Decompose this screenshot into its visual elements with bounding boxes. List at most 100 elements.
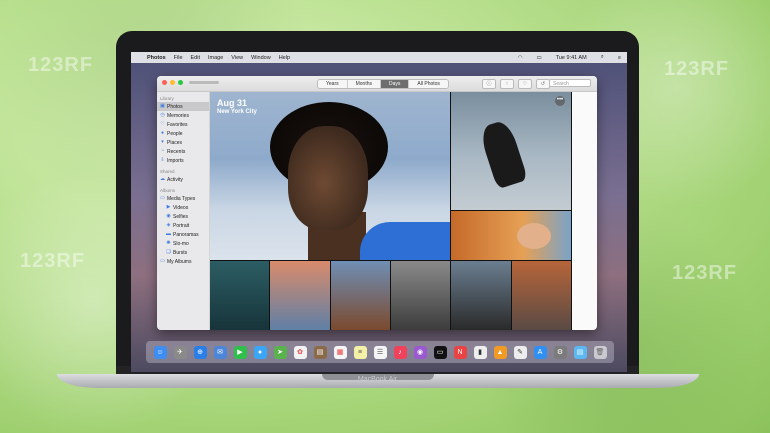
menu-help[interactable]: Help <box>279 55 290 61</box>
photo-thumbnail[interactable] <box>270 261 330 330</box>
scroll-area[interactable] <box>572 92 597 330</box>
contacts-icon[interactable]: ▤ <box>313 345 327 359</box>
wifi-icon[interactable]: ◠ <box>518 55 523 61</box>
slomo-icon: ✺ <box>166 240 171 246</box>
mail-icon[interactable]: ✉ <box>213 345 227 359</box>
tab-all-photos[interactable]: All Photos <box>409 80 448 88</box>
video-icon: ▶ <box>166 204 171 210</box>
zoom-slider[interactable] <box>189 81 219 84</box>
watermark: 123RF <box>20 250 86 272</box>
keynote-icon[interactable]: ▲ <box>493 345 507 359</box>
sidebar-item-places[interactable]: ▾ Places <box>157 138 209 147</box>
sidebar-item-people[interactable]: ● People <box>157 129 209 138</box>
pages-icon[interactable]: ✎ <box>513 345 527 359</box>
photos-app-icon[interactable]: ✿ <box>293 345 307 359</box>
rotate-icon[interactable]: ↺ <box>536 79 550 89</box>
safari-icon[interactable]: ⊕ <box>193 345 207 359</box>
sidebar-item-label: Places <box>167 139 183 146</box>
dock: ☺ ✈ ⊕ ✉ ▶ ● ➤ ✿ ▤ ▦ ≡ ☰ ♪ ◉ ▭ N ▮ ▲ ✎ A … <box>146 341 614 363</box>
tab-months[interactable]: Months <box>347 80 382 88</box>
toolbar: Years Months Days All Photos ⓘ ↑ ♡ ↺ Sea… <box>157 76 597 92</box>
menu-file[interactable]: File <box>174 55 183 61</box>
photo-figure <box>477 118 529 190</box>
zoom-button[interactable] <box>178 80 183 85</box>
watermark: 123RF <box>664 58 730 80</box>
sidebar-item-label: Slo-mo <box>173 240 189 247</box>
watermark: 123RF <box>28 54 94 76</box>
sidebar-item-favorites[interactable]: ♡ Favorites <box>157 120 209 129</box>
more-options-button[interactable]: ••• <box>555 96 565 106</box>
sidebar-item-panoramas[interactable]: ▬ Panoramas <box>157 230 209 239</box>
sidebar-item-photos[interactable]: ▣ Photos <box>157 102 209 111</box>
menu-image[interactable]: Image <box>208 55 223 61</box>
sidebar-item-label: Memories <box>167 112 189 119</box>
favorite-icon[interactable]: ♡ <box>518 79 532 89</box>
battery-icon[interactable]: ▭ <box>537 55 542 61</box>
share-icon[interactable]: ↑ <box>500 79 514 89</box>
sidebar-item-bursts[interactable]: ❑ Bursts <box>157 248 209 257</box>
photo-jumping-person[interactable]: ••• <box>451 92 571 210</box>
sidebar-header-library: Library <box>160 96 174 101</box>
photo-thumbnail[interactable] <box>390 261 451 330</box>
minimize-button[interactable] <box>170 80 175 85</box>
search-input[interactable]: Search <box>549 79 591 87</box>
reminders-icon[interactable]: ☰ <box>373 345 387 359</box>
notes-icon[interactable]: ≡ <box>353 345 367 359</box>
app-menu-photos[interactable]: Photos <box>147 55 166 61</box>
sidebar-item-slo-mo[interactable]: ✺ Slo-mo <box>157 239 209 248</box>
podcasts-icon[interactable]: ◉ <box>413 345 427 359</box>
sidebar-item-label: Favorites <box>167 121 188 128</box>
menu-view[interactable]: View <box>231 55 243 61</box>
photo-thumbnail[interactable] <box>330 261 390 330</box>
sidebar-item-my-albums[interactable]: ▭ My Albums <box>157 257 209 266</box>
sidebar-header-albums: Albums <box>160 188 176 193</box>
clock[interactable]: Tue 9:41 AM <box>556 55 587 61</box>
launchpad-icon[interactable]: ✈ <box>173 345 187 359</box>
system-preferences-icon[interactable]: ⚙ <box>553 345 567 359</box>
burst-icon: ❑ <box>166 249 171 255</box>
sidebar-item-memories[interactable]: ◷ Memories <box>157 111 209 120</box>
photos-window: Years Months Days All Photos ⓘ ↑ ♡ ↺ Sea… <box>157 76 597 330</box>
memories-icon: ◷ <box>160 112 165 118</box>
selfie-icon: ◉ <box>166 213 171 219</box>
search-icon[interactable]: ⌕ <box>601 54 604 61</box>
photo-face <box>517 223 551 249</box>
photo-thumbnail[interactable] <box>210 261 270 330</box>
facetime-icon[interactable]: ▶ <box>233 345 247 359</box>
sidebar-item-selfies[interactable]: ◉ Selfies <box>157 212 209 221</box>
tab-years[interactable]: Years <box>318 80 348 88</box>
photo-hero-portrait[interactable]: Aug 31 New York City <box>210 92 450 260</box>
menu-edit[interactable]: Edit <box>191 55 200 61</box>
heart-icon: ♡ <box>160 121 165 127</box>
numbers-icon[interactable]: ▮ <box>473 345 487 359</box>
menu-list-icon[interactable]: ≡ <box>618 55 621 61</box>
menu-window[interactable]: Window <box>251 55 271 61</box>
sidebar-item-label: Activity <box>167 176 183 183</box>
sidebar-item-activity[interactable]: ☁ Activity <box>157 175 209 184</box>
desktop-screen: Photos File Edit Image View Window Help … <box>131 52 627 372</box>
calendar-icon[interactable]: ▦ <box>333 345 347 359</box>
tab-days[interactable]: Days <box>381 80 410 88</box>
info-icon[interactable]: ⓘ <box>482 79 496 89</box>
photo-child-lying[interactable] <box>451 211 571 260</box>
close-button[interactable] <box>162 80 167 85</box>
app-store-icon[interactable]: A <box>533 345 547 359</box>
photo-thumbnail[interactable] <box>511 261 571 330</box>
person-icon: ● <box>160 130 165 136</box>
trash-icon[interactable]: 🗑 <box>593 345 607 359</box>
sidebar-item-recents[interactable]: ◔ Recents <box>157 147 209 156</box>
view-segmented-control: Years Months Days All Photos <box>317 79 449 89</box>
tv-icon[interactable]: ▭ <box>433 345 447 359</box>
sidebar-item-media-types[interactable]: ▭ Media Types <box>157 194 209 203</box>
maps-icon[interactable]: ➤ <box>273 345 287 359</box>
finder-icon[interactable]: ☺ <box>153 345 167 359</box>
music-icon[interactable]: ♪ <box>393 345 407 359</box>
downloads-folder-icon[interactable]: ▤ <box>573 345 587 359</box>
sidebar-item-portrait[interactable]: ◈ Portrait <box>157 221 209 230</box>
sidebar-item-label: Panoramas <box>173 231 199 238</box>
news-icon[interactable]: N <box>453 345 467 359</box>
photo-thumbnail[interactable] <box>451 261 511 330</box>
sidebar-item-imports[interactable]: ⇩ Imports <box>157 156 209 165</box>
sidebar-item-videos[interactable]: ▶ Videos <box>157 203 209 212</box>
messages-icon[interactable]: ● <box>253 345 267 359</box>
